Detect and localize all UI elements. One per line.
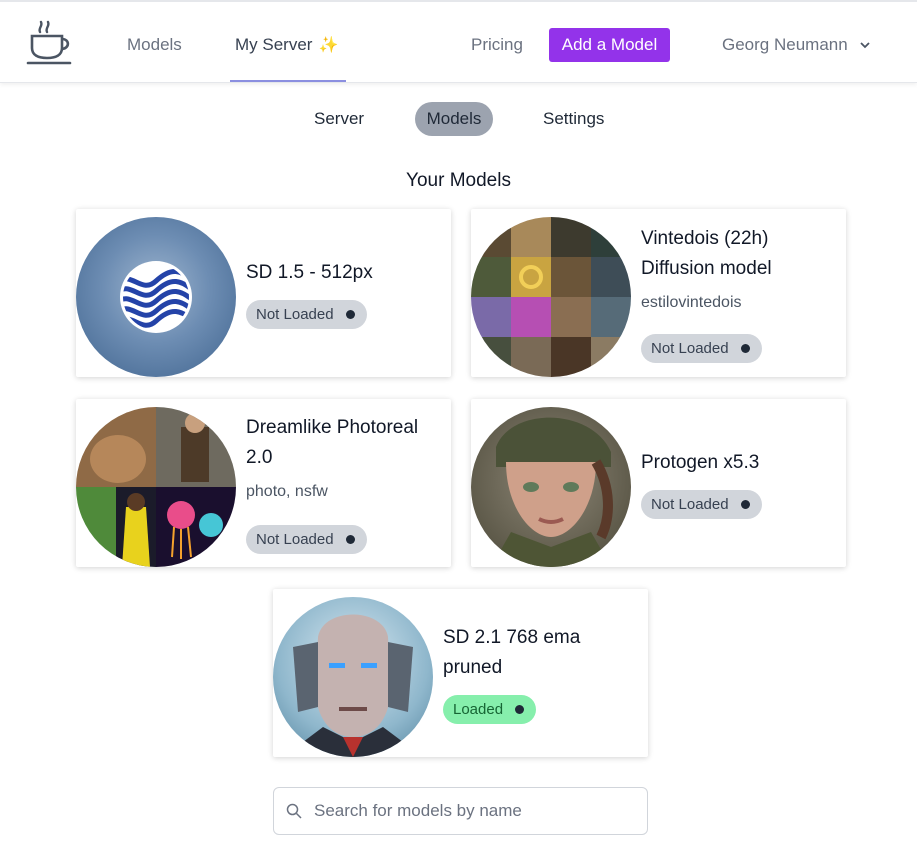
- status-dot-icon: [740, 343, 750, 353]
- model-search-box: [273, 787, 648, 835]
- status-badge: Loaded: [443, 694, 537, 724]
- wave-logo-icon: [120, 261, 192, 333]
- status-dot-icon: [740, 499, 750, 509]
- model-title: SD 2.1 768 ema pruned: [443, 626, 581, 678]
- model-info: SD 1.5 - 512px Not Loaded: [246, 209, 439, 377]
- model-thumbnail: [471, 217, 631, 377]
- model-info: Protogen x5.3 Not Loaded: [641, 399, 834, 567]
- status-dot-icon: [345, 309, 355, 319]
- top-navbar: Models My Server ✨ Pricing Add a Model Ge…: [0, 0, 917, 83]
- model-thumbnail: [471, 407, 631, 567]
- search-icon: [286, 803, 302, 819]
- status-label: Not Loaded: [256, 530, 334, 548]
- user-name: Georg Neumann: [722, 35, 848, 54]
- model-card-vintedois[interactable]: Vintedois (22h) Diffusion model estilovi…: [471, 209, 846, 377]
- sparkles-icon: ✨: [318, 37, 339, 54]
- model-title: Dreamlike Photoreal 2.0: [246, 416, 419, 468]
- portrait-thumbnail-icon: [283, 614, 423, 757]
- user-menu[interactable]: Georg Neumann: [722, 35, 870, 55]
- coffee-cup-logo-icon[interactable]: [26, 20, 74, 68]
- model-thumbnail: [76, 407, 236, 567]
- status-badge: Not Loaded: [641, 489, 762, 519]
- model-title: SD 1.5 - 512px: [246, 261, 373, 283]
- nav-pricing-link[interactable]: Pricing: [471, 35, 523, 55]
- portrait-thumbnail-icon: [491, 417, 613, 567]
- model-tags: photo, nsfw: [246, 482, 328, 500]
- model-tags: estilovintedois: [641, 293, 742, 311]
- tab-server[interactable]: Server: [304, 102, 374, 136]
- search-input[interactable]: [314, 801, 634, 821]
- collage-thumbnail-icon: [76, 407, 236, 567]
- nav-my-server-label: My Server: [235, 35, 313, 54]
- nav-models-link[interactable]: Models: [127, 35, 182, 55]
- model-info: SD 2.1 768 ema pruned Loaded: [443, 589, 636, 757]
- status-dot-icon: [345, 534, 355, 544]
- model-card-sd21[interactable]: SD 2.1 768 ema pruned Loaded: [273, 589, 648, 757]
- model-card-dreamlike[interactable]: Dreamlike Photoreal 2.0 photo, nsfw Not …: [76, 399, 451, 567]
- model-card-protogen[interactable]: Protogen x5.3 Not Loaded: [471, 399, 846, 567]
- model-info: Dreamlike Photoreal 2.0 photo, nsfw Not …: [246, 399, 439, 567]
- model-thumbnail: [76, 217, 236, 377]
- status-label: Loaded: [453, 700, 504, 718]
- status-label: Not Loaded: [651, 495, 729, 513]
- status-badge: Not Loaded: [246, 299, 367, 329]
- nav-my-server-link[interactable]: My Server ✨: [235, 35, 338, 55]
- add-model-button[interactable]: Add a Model: [549, 28, 670, 62]
- status-badge: Not Loaded: [246, 524, 367, 554]
- tab-models[interactable]: Models: [415, 102, 493, 136]
- model-info: Vintedois (22h) Diffusion model estilovi…: [641, 209, 834, 377]
- status-label: Not Loaded: [651, 339, 729, 357]
- status-dot-icon: [515, 704, 525, 714]
- model-thumbnail: [273, 597, 433, 757]
- model-title: Vintedois (22h) Diffusion model: [641, 227, 772, 279]
- collage-thumbnail-icon: [471, 217, 631, 377]
- tab-settings[interactable]: Settings: [533, 102, 614, 136]
- active-nav-indicator: [230, 80, 346, 82]
- status-label: Not Loaded: [256, 305, 334, 323]
- chevron-down-icon: [860, 42, 870, 49]
- status-badge: Not Loaded: [641, 333, 762, 363]
- model-card-sd15[interactable]: SD 1.5 - 512px Not Loaded: [76, 209, 451, 377]
- section-title: Your Models: [406, 170, 511, 191]
- model-title: Protogen x5.3: [641, 451, 760, 473]
